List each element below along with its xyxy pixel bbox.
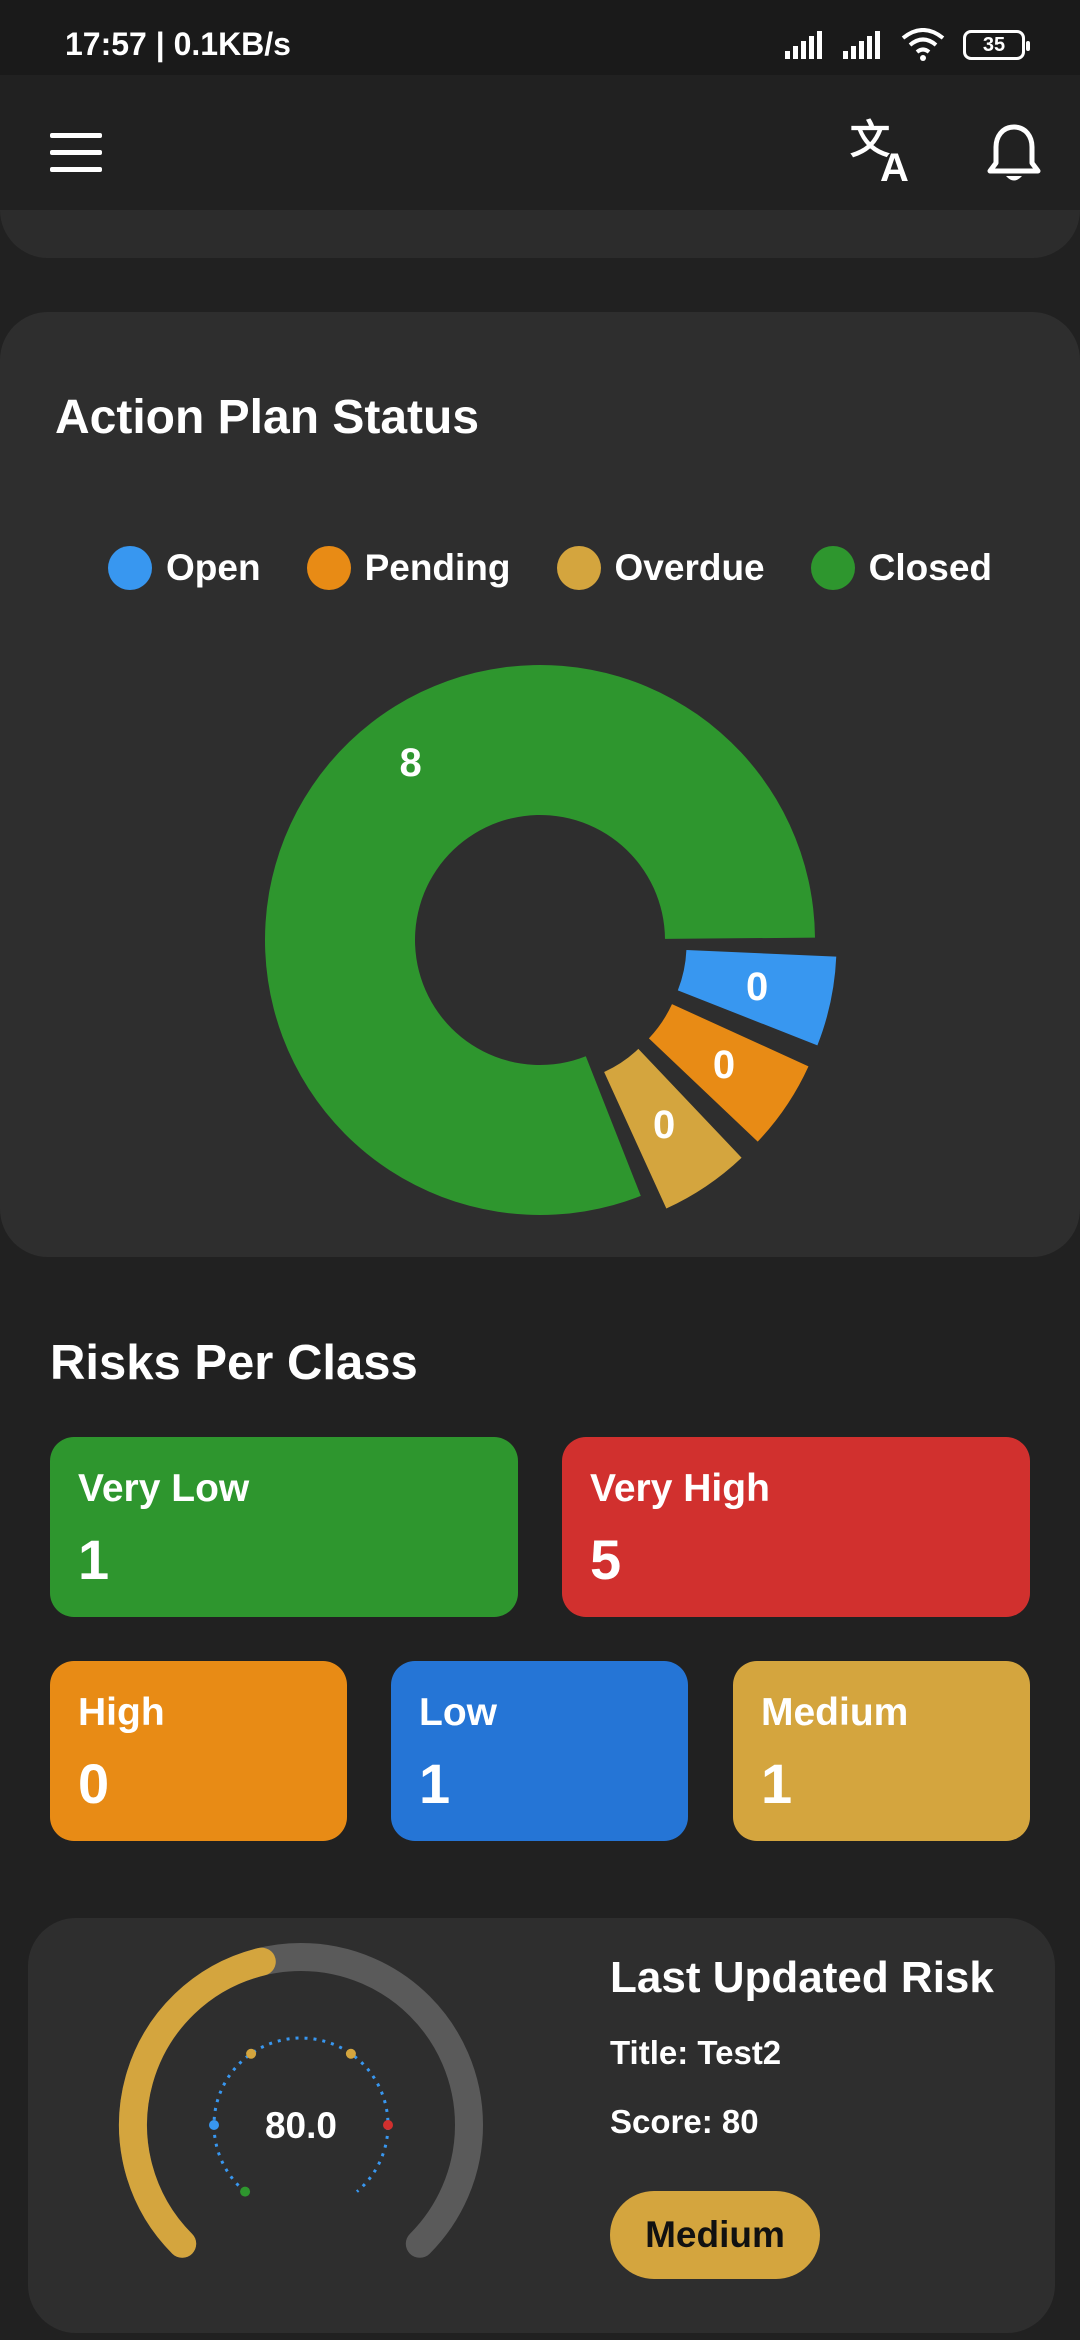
last-updated-risk-title: Last Updated Risk <box>610 1953 994 2002</box>
risk-title-text: Title: Test2 <box>610 2034 782 2071</box>
risk-class-badge[interactable]: Medium <box>610 2191 820 2279</box>
gauge-marker <box>383 2120 393 2130</box>
gauge-marker <box>209 2120 219 2130</box>
gauge-marker <box>246 2048 257 2059</box>
gauge-marker <box>240 2186 251 2197</box>
gauge-fill <box>119 1947 276 2258</box>
gauge-marker <box>345 2048 356 2059</box>
gauge-value-text: 80.0 <box>265 2105 337 2146</box>
risk-score-text: Score: 80 <box>610 2103 759 2140</box>
